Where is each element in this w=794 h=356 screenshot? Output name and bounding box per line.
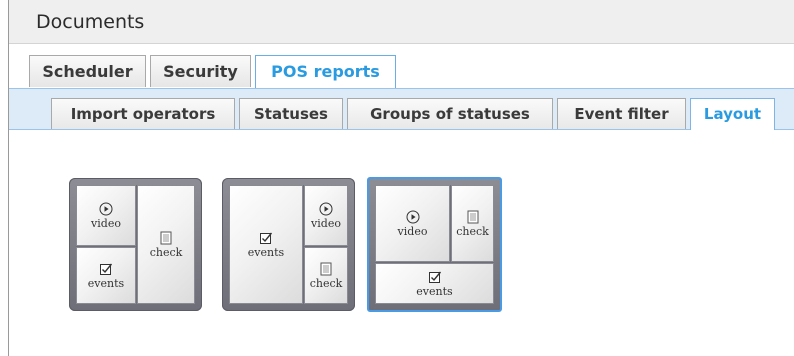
documents-header: Documents xyxy=(9,0,794,44)
tab-scheduler[interactable]: Scheduler xyxy=(29,55,146,87)
layout-grid: video check events xyxy=(76,185,195,304)
tab-layout[interactable]: Layout xyxy=(690,98,775,130)
tab-groups-of-statuses[interactable]: Groups of statuses xyxy=(347,98,553,129)
tab-statuses[interactable]: Statuses xyxy=(239,98,343,129)
layout-option-2[interactable]: events video check xyxy=(222,178,355,311)
tab-import-operators[interactable]: Import operators xyxy=(51,98,235,129)
cell-label: video xyxy=(311,216,341,230)
play-circle-icon xyxy=(319,202,333,215)
cell-label: events xyxy=(247,245,285,259)
layout-option-3[interactable]: video check events xyxy=(367,177,502,312)
video-cell: video xyxy=(76,185,136,246)
check-cell: check xyxy=(451,185,494,262)
tab-pos-reports[interactable]: POS reports xyxy=(255,55,396,90)
cell-label: check xyxy=(149,245,183,259)
video-cell: video xyxy=(375,185,450,262)
check-cell: check xyxy=(137,185,195,304)
tab-event-filter[interactable]: Event filter xyxy=(557,98,686,129)
check-cell: check xyxy=(304,247,348,304)
layout-option-1[interactable]: video check events xyxy=(69,178,202,311)
checkbox-icon xyxy=(428,271,441,283)
play-circle-icon xyxy=(406,210,419,223)
layout-grid: events video check xyxy=(229,185,348,304)
events-cell: events xyxy=(76,247,136,304)
cell-label: video xyxy=(91,216,121,230)
cell-label: check xyxy=(309,276,343,290)
checkbox-icon xyxy=(260,232,273,244)
document-icon xyxy=(320,262,332,275)
cell-label: check xyxy=(456,224,489,238)
left-border xyxy=(8,0,9,356)
events-cell: events xyxy=(375,263,494,304)
tab-security[interactable]: Security xyxy=(150,55,251,87)
play-circle-icon xyxy=(99,202,113,215)
checkbox-icon xyxy=(100,263,113,275)
document-icon xyxy=(160,231,172,244)
events-cell: events xyxy=(229,185,303,304)
cell-label: events xyxy=(87,276,125,290)
document-icon xyxy=(467,210,478,223)
page-title: Documents xyxy=(36,11,145,33)
cell-label: video xyxy=(397,224,428,238)
layout-grid: video check events xyxy=(375,185,494,304)
video-cell: video xyxy=(304,185,348,246)
cell-label: events xyxy=(416,284,453,298)
